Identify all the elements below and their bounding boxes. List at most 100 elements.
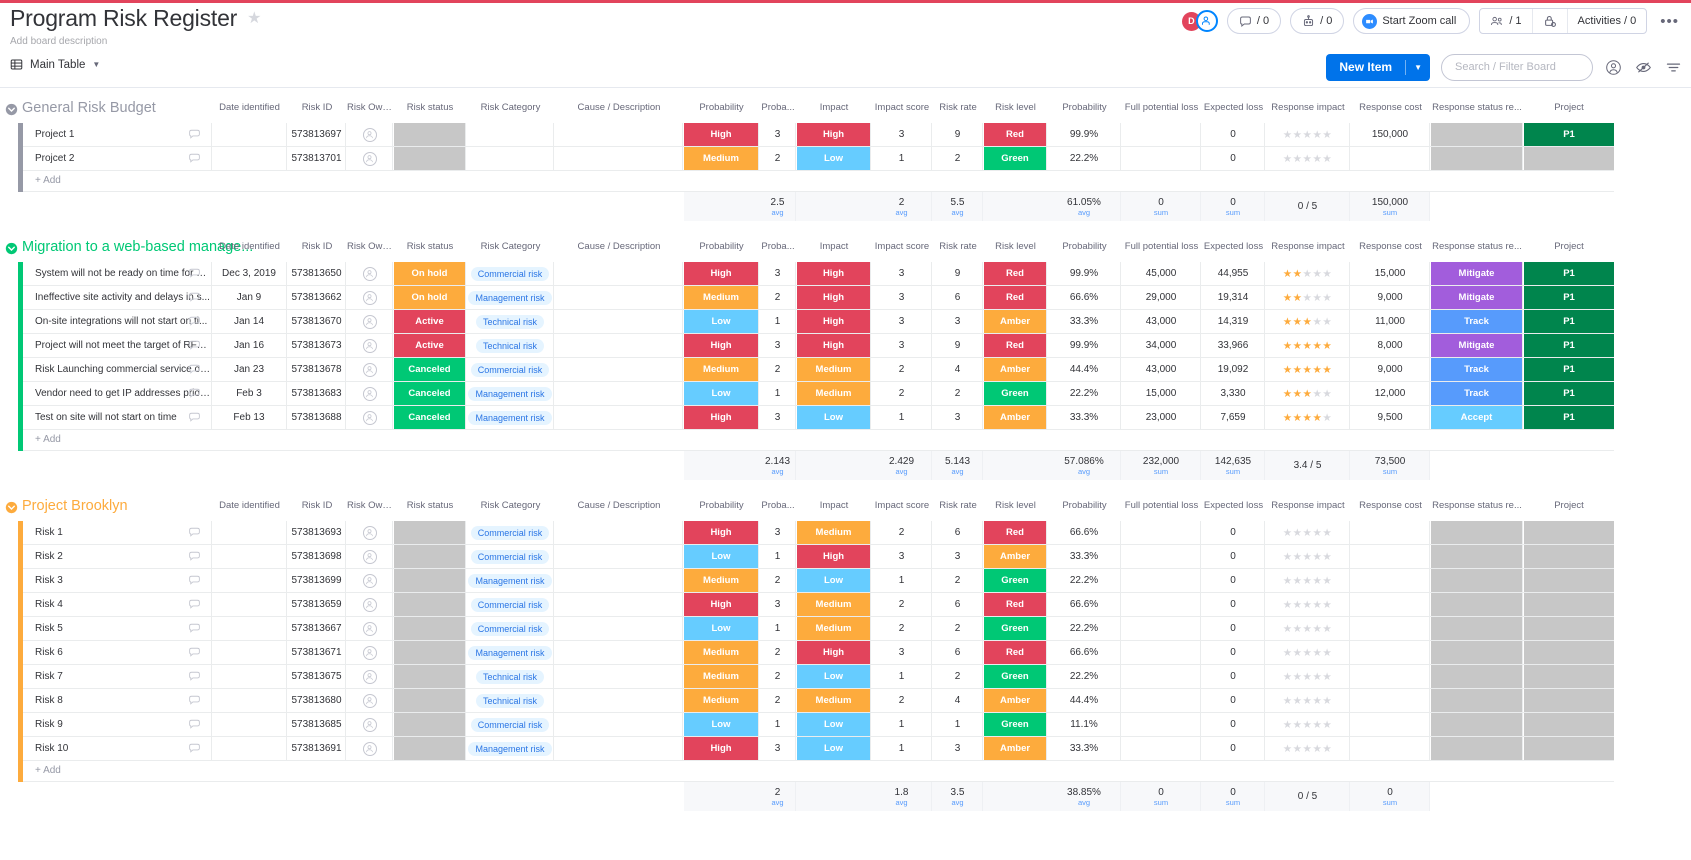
conversation-icon[interactable] — [188, 573, 201, 589]
impact-cell[interactable]: Low — [797, 406, 871, 429]
probability-percent-cell[interactable]: 66.6% — [1048, 593, 1121, 616]
column-header[interactable]: Full potential loss — [1122, 241, 1201, 252]
response-cost-cell[interactable] — [1351, 545, 1430, 568]
response-cost-cell[interactable] — [1351, 617, 1430, 640]
response-status-cell[interactable] — [1431, 545, 1523, 568]
cause-description-cell[interactable] — [555, 737, 683, 760]
risk-status-cell[interactable] — [394, 521, 466, 544]
project-cell[interactable] — [1524, 689, 1614, 712]
status-badge[interactable]: Low — [684, 310, 758, 333]
status-badge[interactable]: P1 — [1524, 358, 1614, 381]
table-row[interactable]: Ineffective site activity and delays in … — [0, 286, 1691, 310]
impact-score-cell[interactable]: 3 — [872, 262, 932, 285]
risk-category-cell[interactable]: Commercial risk — [467, 617, 554, 640]
risk-category-cell[interactable]: Commercial risk — [467, 545, 554, 568]
column-header[interactable]: Date identified — [212, 500, 287, 511]
response-status-cell[interactable] — [1431, 713, 1523, 736]
summary-cell[interactable]: 5.5 avg — [933, 192, 983, 221]
probability-cell[interactable]: Medium — [684, 689, 759, 712]
risk-id-cell[interactable]: 573813697 — [288, 123, 346, 146]
risk-status-cell[interactable]: Canceled — [394, 382, 466, 405]
risk-owner-cell[interactable] — [347, 689, 393, 712]
rating-stars[interactable]: ★★★★★ — [1283, 340, 1333, 352]
avatar-group[interactable]: D — [1181, 10, 1218, 32]
risk-level-cell[interactable]: Green — [984, 713, 1047, 736]
cause-description-cell[interactable] — [555, 123, 683, 146]
response-cost-cell[interactable]: 150,000 — [1351, 123, 1430, 146]
impact-score-cell[interactable]: 2 — [872, 617, 932, 640]
response-status-cell[interactable] — [1431, 123, 1523, 146]
column-header[interactable]: Risk Category — [467, 241, 554, 252]
table-row[interactable]: Risk 4 573813659 Commercial risk High 3 Mediu… — [0, 593, 1691, 617]
risk-id-cell[interactable]: 573813667 — [288, 617, 346, 640]
cause-description-cell[interactable] — [555, 665, 683, 688]
status-badge[interactable]: P1 — [1524, 382, 1614, 405]
project-cell[interactable] — [1524, 569, 1614, 592]
column-header[interactable]: Risk status — [394, 500, 466, 511]
table-row[interactable]: Risk 7 573813675 Technical risk Medium 2 Low 1… — [0, 665, 1691, 689]
status-badge[interactable]: Mitigate — [1431, 286, 1522, 309]
rating-stars[interactable]: ★★★★★ — [1283, 412, 1333, 424]
status-badge[interactable]: Red — [984, 123, 1046, 146]
risk-rate-cell[interactable]: 3 — [933, 406, 983, 429]
rating-stars[interactable]: ★★★★★ — [1283, 153, 1333, 165]
probability-percent-cell[interactable]: 22.2% — [1048, 569, 1121, 592]
status-badge[interactable]: Medium — [797, 358, 870, 381]
new-item-button[interactable]: New Item ▼ — [1326, 53, 1430, 81]
status-badge[interactable]: Medium — [684, 147, 758, 170]
risk-status-cell[interactable] — [394, 593, 466, 616]
impact-score-cell[interactable]: 3 — [872, 310, 932, 333]
response-cost-cell[interactable] — [1351, 521, 1430, 544]
status-badge[interactable]: On hold — [394, 286, 465, 309]
expected-loss-cell[interactable]: 0 — [1202, 123, 1265, 146]
add-item-row[interactable]: + Add — [0, 430, 1691, 451]
response-impact-cell[interactable]: ★★★★★ — [1266, 593, 1350, 616]
risk-status-cell[interactable] — [394, 689, 466, 712]
response-impact-cell[interactable]: ★★★★★ — [1266, 310, 1350, 333]
risk-category-cell[interactable]: Technical risk — [467, 334, 554, 357]
expected-loss-cell[interactable]: 19,314 — [1202, 286, 1265, 309]
impact-score-cell[interactable]: 1 — [872, 665, 932, 688]
cause-description-cell[interactable] — [555, 713, 683, 736]
response-status-cell[interactable] — [1431, 521, 1523, 544]
risk-category-cell[interactable]: Commercial risk — [467, 262, 554, 285]
probability-percent-cell[interactable]: 99.9% — [1048, 123, 1121, 146]
status-badge[interactable]: Red — [984, 334, 1046, 357]
full-potential-loss-cell[interactable]: 15,000 — [1122, 382, 1201, 405]
conversation-icon[interactable] — [188, 741, 201, 757]
risk-owner-cell[interactable] — [347, 147, 393, 170]
summary-cell[interactable]: 3.4 / 5 — [1266, 451, 1350, 480]
item-name-cell[interactable]: Project 1 — [23, 123, 212, 146]
probability-score-cell[interactable]: 3 — [760, 737, 796, 760]
status-badge[interactable]: Active — [394, 334, 465, 357]
status-badge[interactable]: Medium — [684, 689, 758, 712]
project-cell[interactable]: P1 — [1524, 123, 1614, 146]
risk-level-cell[interactable]: Red — [984, 521, 1047, 544]
expected-loss-cell[interactable]: 19,092 — [1202, 358, 1265, 381]
conversation-icon[interactable] — [188, 693, 201, 709]
impact-score-cell[interactable]: 2 — [872, 689, 932, 712]
risk-category-cell[interactable]: Management risk — [467, 406, 554, 429]
probability-percent-cell[interactable]: 33.3% — [1048, 310, 1121, 333]
status-badge[interactable]: P1 — [1524, 123, 1614, 146]
rating-stars[interactable]: ★★★★★ — [1283, 647, 1333, 659]
full-potential-loss-cell[interactable] — [1122, 123, 1201, 146]
expected-loss-cell[interactable]: 0 — [1202, 737, 1265, 760]
risk-rate-cell[interactable]: 4 — [933, 358, 983, 381]
risk-level-cell[interactable]: Red — [984, 262, 1047, 285]
column-header[interactable]: Response cost — [1351, 500, 1430, 511]
impact-score-cell[interactable]: 1 — [872, 147, 932, 170]
risk-id-cell[interactable]: 573813650 — [288, 262, 346, 285]
date-identified-cell[interactable] — [212, 641, 287, 664]
status-badge[interactable]: Medium — [797, 689, 870, 712]
status-badge[interactable]: Amber — [984, 737, 1046, 760]
response-status-cell[interactable] — [1431, 665, 1523, 688]
probability-cell[interactable]: Low — [684, 310, 759, 333]
status-badge[interactable]: Amber — [984, 310, 1046, 333]
column-header[interactable]: Probability — [1048, 241, 1121, 252]
column-header[interactable]: Risk ID — [288, 500, 346, 511]
status-badge[interactable]: Medium — [684, 569, 758, 592]
expected-loss-cell[interactable]: 44,955 — [1202, 262, 1265, 285]
probability-cell[interactable]: Medium — [684, 641, 759, 664]
risk-category-cell[interactable]: Commercial risk — [467, 593, 554, 616]
